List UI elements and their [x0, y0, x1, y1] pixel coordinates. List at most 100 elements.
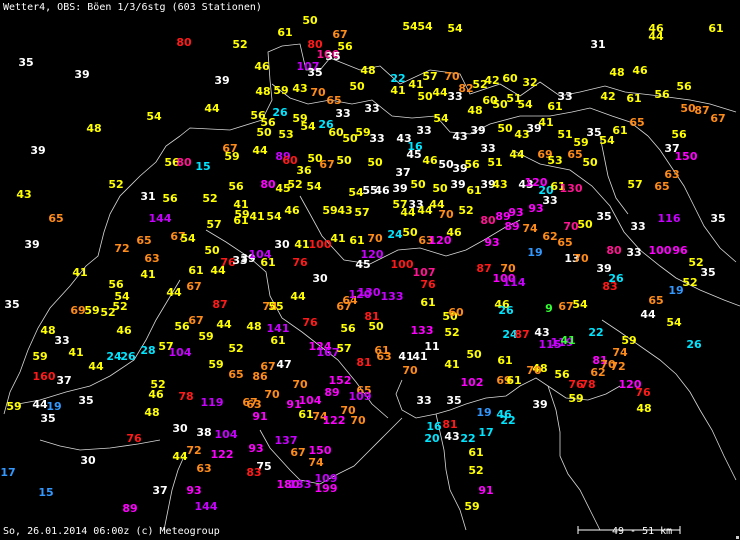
station-value: 50	[577, 218, 593, 231]
station-value: 100	[309, 238, 332, 251]
station-value: 48	[255, 85, 270, 98]
station-value: 59	[84, 304, 99, 317]
station-value: 41	[249, 210, 264, 223]
station-value: 44	[252, 144, 268, 157]
station-value: 160	[33, 370, 56, 383]
station-value: 57	[206, 218, 221, 231]
station-value: 144	[195, 500, 218, 513]
station-value: 52	[100, 306, 115, 319]
station-value: 17	[0, 466, 15, 479]
station-value: 56	[671, 128, 687, 141]
station-value: 59	[198, 330, 213, 343]
station-value: 47	[276, 358, 291, 371]
station-value: 54	[180, 232, 196, 245]
station-value: 80	[260, 178, 276, 191]
station-value: 61	[506, 374, 521, 387]
corner-marker	[736, 536, 739, 539]
station-value: 61	[260, 256, 275, 269]
station-value: 45	[406, 148, 421, 161]
station-value: 96	[672, 244, 688, 257]
station-value: 46	[254, 60, 270, 73]
station-value: 41	[538, 116, 553, 129]
station-value: 50	[336, 154, 352, 167]
station-value: 24	[387, 228, 403, 241]
station-value: 57	[627, 178, 642, 191]
station-value: 65	[228, 368, 243, 381]
station-value: 43	[337, 204, 352, 217]
station-value: 76	[292, 256, 308, 269]
station-value: 72	[186, 444, 201, 457]
station-value: 22	[588, 326, 603, 339]
station-value: 65	[48, 212, 63, 225]
station-value: 59	[568, 392, 583, 405]
station-value: 48	[246, 320, 261, 333]
station-value: 44	[166, 286, 182, 299]
station-value: 50	[367, 156, 383, 169]
station-value: 61	[374, 344, 389, 357]
station-value: 41	[390, 84, 405, 97]
station-value: 50	[417, 90, 433, 103]
station-value: 30	[274, 238, 290, 251]
station-value: 52	[287, 178, 302, 191]
station-value: 74	[612, 346, 628, 359]
station-value: 63	[144, 252, 159, 265]
station-value: 54	[666, 316, 682, 329]
scale-label: 49 - 51 km	[612, 526, 673, 537]
station-value: 63	[664, 168, 679, 181]
station-value: 67	[290, 446, 305, 459]
station-value: 80	[606, 244, 622, 257]
station-value: 91	[478, 484, 493, 497]
station-value: 56	[228, 180, 244, 193]
station-value: 35	[446, 394, 461, 407]
station-value: 39	[214, 74, 229, 87]
station-value: 116	[658, 212, 681, 225]
station-value: 43	[452, 130, 467, 143]
station-value: 62	[590, 366, 605, 379]
station-value: 48	[360, 64, 375, 77]
station-value: 52	[468, 464, 483, 477]
station-value: 52	[682, 276, 697, 289]
station-value: 41	[444, 358, 459, 371]
station-value: 70	[292, 378, 308, 391]
station-value: 61	[468, 446, 483, 459]
station-value: 54	[517, 98, 533, 111]
station-value: 61	[420, 296, 435, 309]
station-value: 35	[4, 298, 19, 311]
station-value: 150	[675, 150, 698, 163]
station-value: 54	[300, 120, 316, 133]
station-value: 35	[596, 210, 611, 223]
station-value: 122	[211, 448, 234, 461]
station-value: 93	[186, 484, 201, 497]
station-value: 76	[420, 278, 436, 291]
station-value: 33	[626, 246, 641, 259]
station-value: 44	[432, 86, 448, 99]
station-value: 50	[410, 178, 426, 191]
station-value: 30	[80, 454, 96, 467]
station-value: 87	[212, 298, 227, 311]
station-value: 57	[336, 342, 351, 355]
station-value: 26	[120, 350, 136, 363]
station-value: 56	[340, 322, 356, 335]
station-value: 37	[56, 374, 71, 387]
station-value: 52	[202, 192, 217, 205]
station-value: 35	[710, 212, 725, 225]
station-value: 83	[602, 280, 617, 293]
station-value: 91	[252, 410, 267, 423]
station-value: 60	[448, 306, 464, 319]
station-value: 80	[176, 36, 192, 49]
station-value: 89	[324, 386, 339, 399]
station-value: 46	[148, 388, 164, 401]
station-value: 80	[480, 214, 496, 227]
station-value: 76	[635, 386, 651, 399]
station-value: 93	[248, 442, 263, 455]
station-value: 100	[649, 244, 672, 257]
station-value: 15	[195, 160, 210, 173]
station-value: 52	[228, 342, 243, 355]
station-value: 37	[395, 166, 410, 179]
station-value: 33	[335, 107, 350, 120]
station-value: 31	[590, 38, 605, 51]
station-value: 56	[162, 192, 178, 205]
station-value: 82	[458, 82, 473, 95]
station-value: 104	[215, 428, 238, 441]
station-value: 67	[186, 280, 201, 293]
